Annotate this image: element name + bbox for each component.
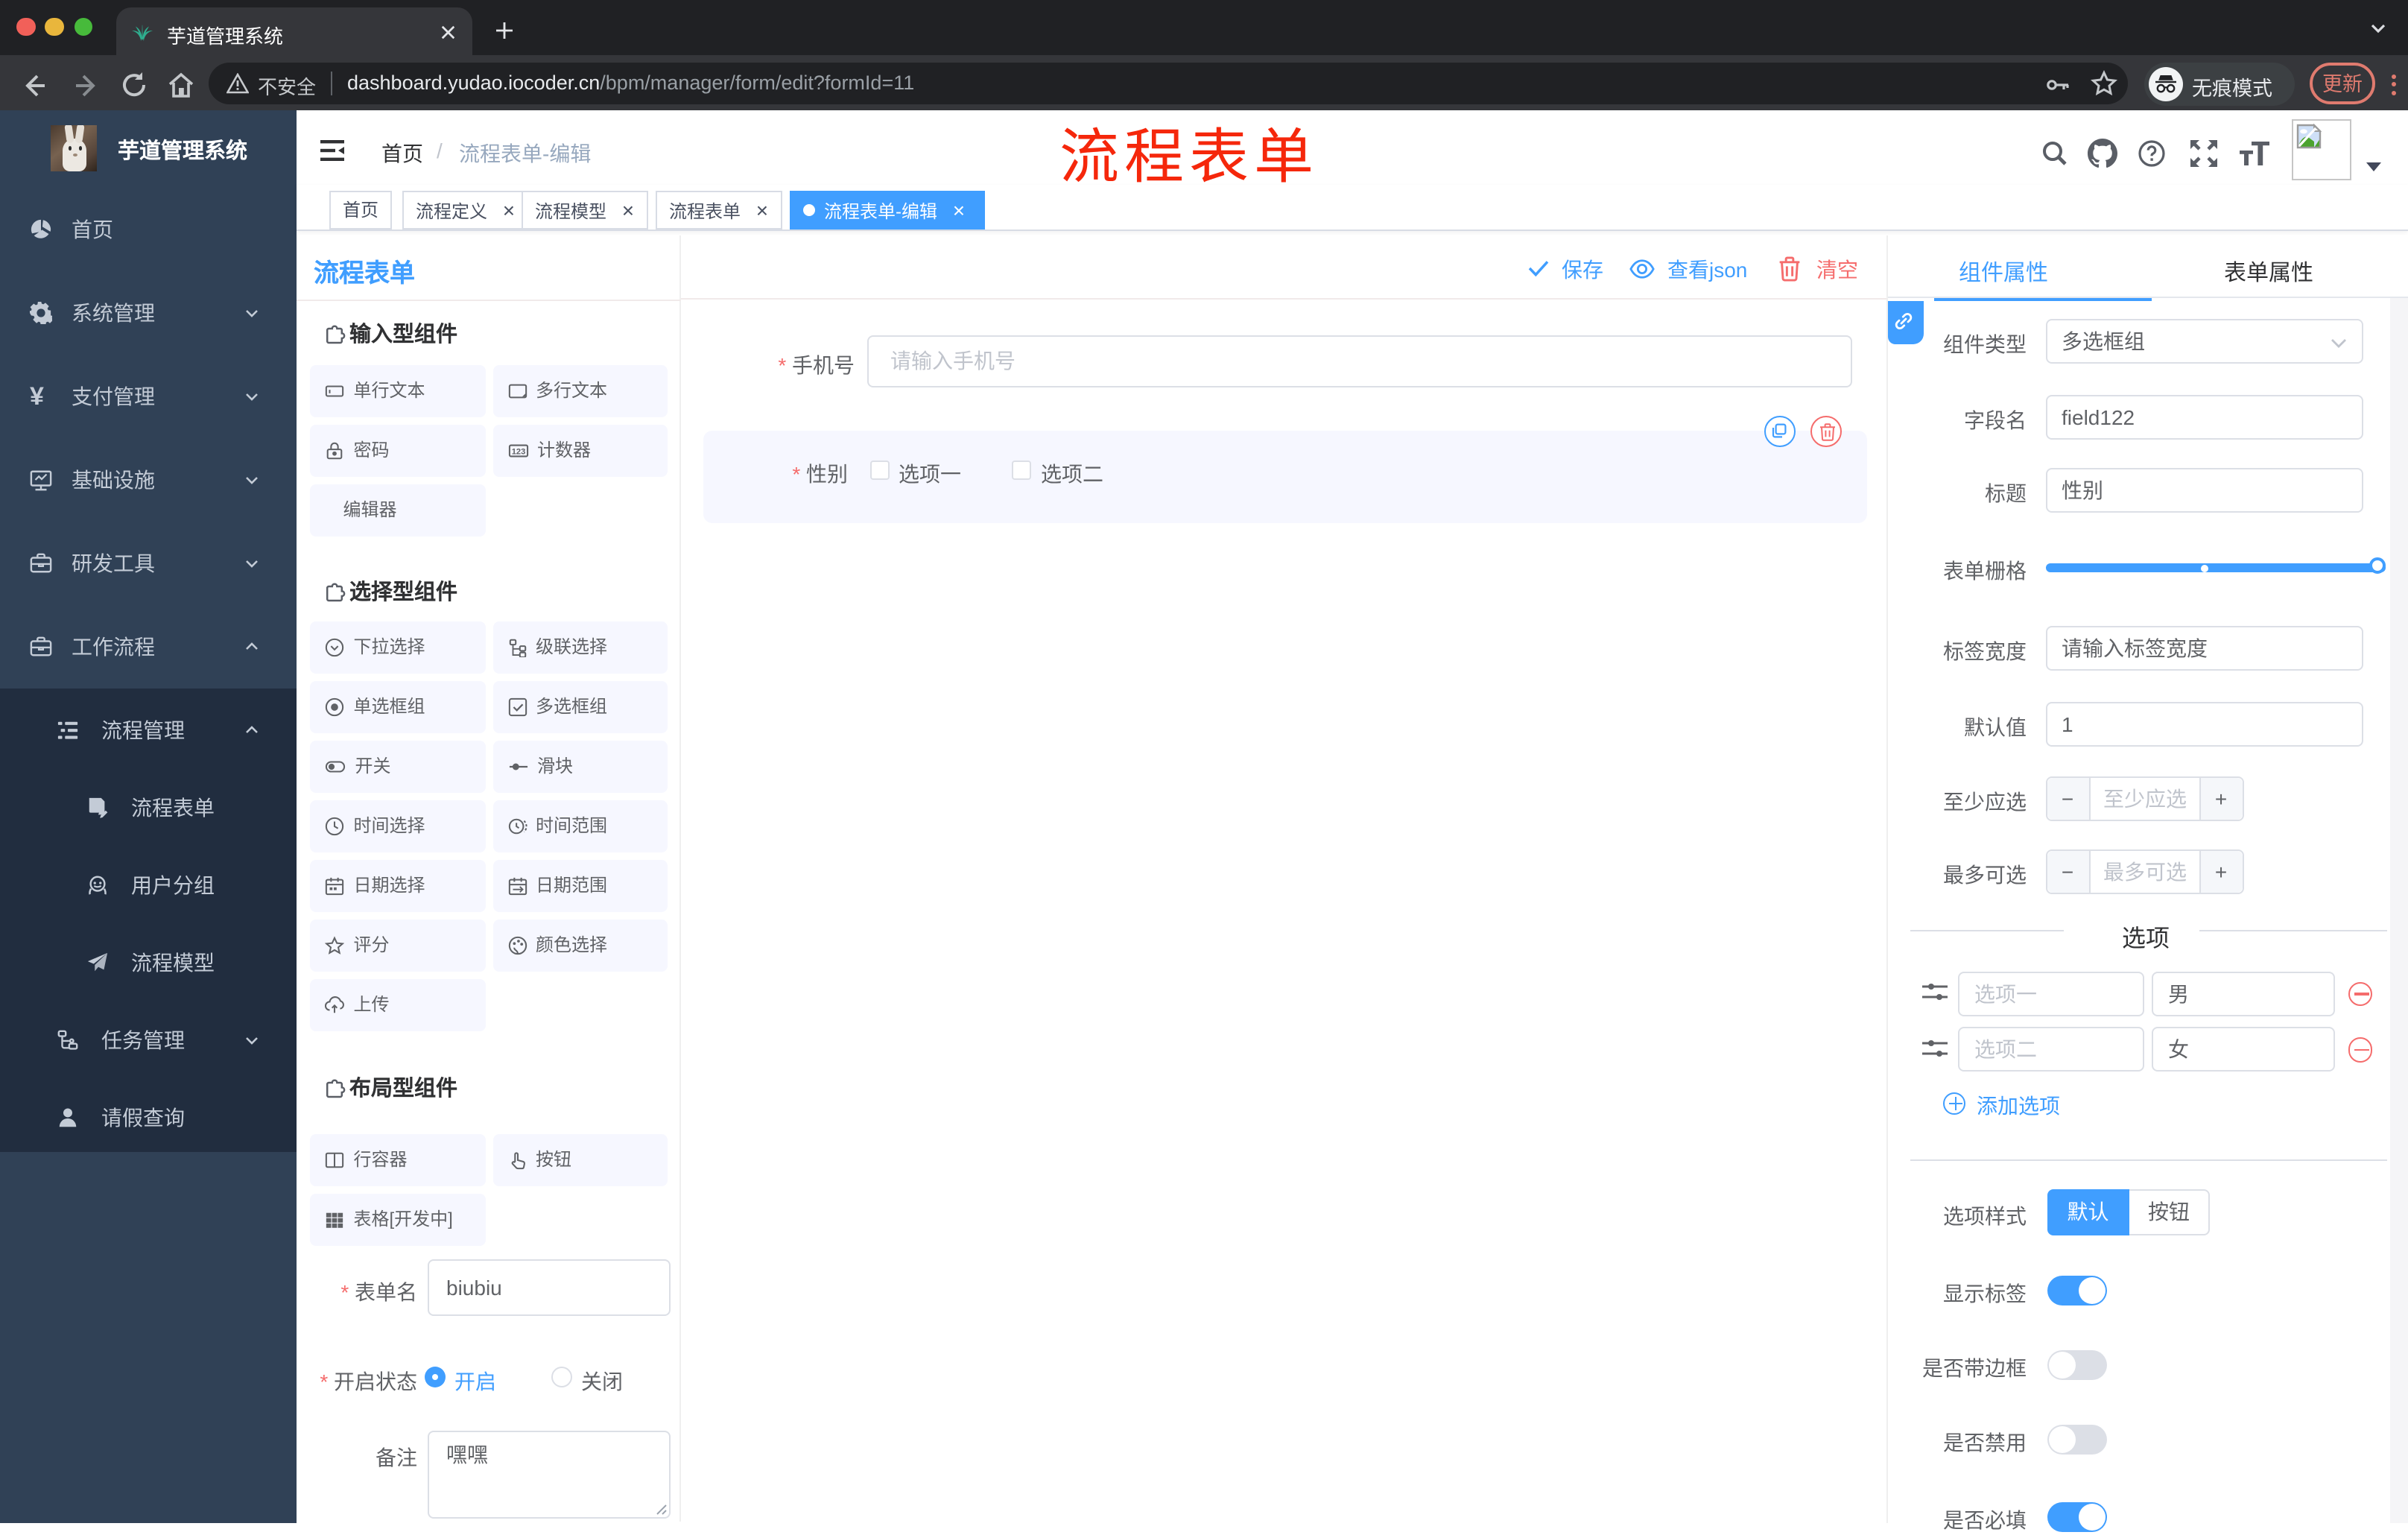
svg-text:123: 123 bbox=[511, 447, 525, 456]
